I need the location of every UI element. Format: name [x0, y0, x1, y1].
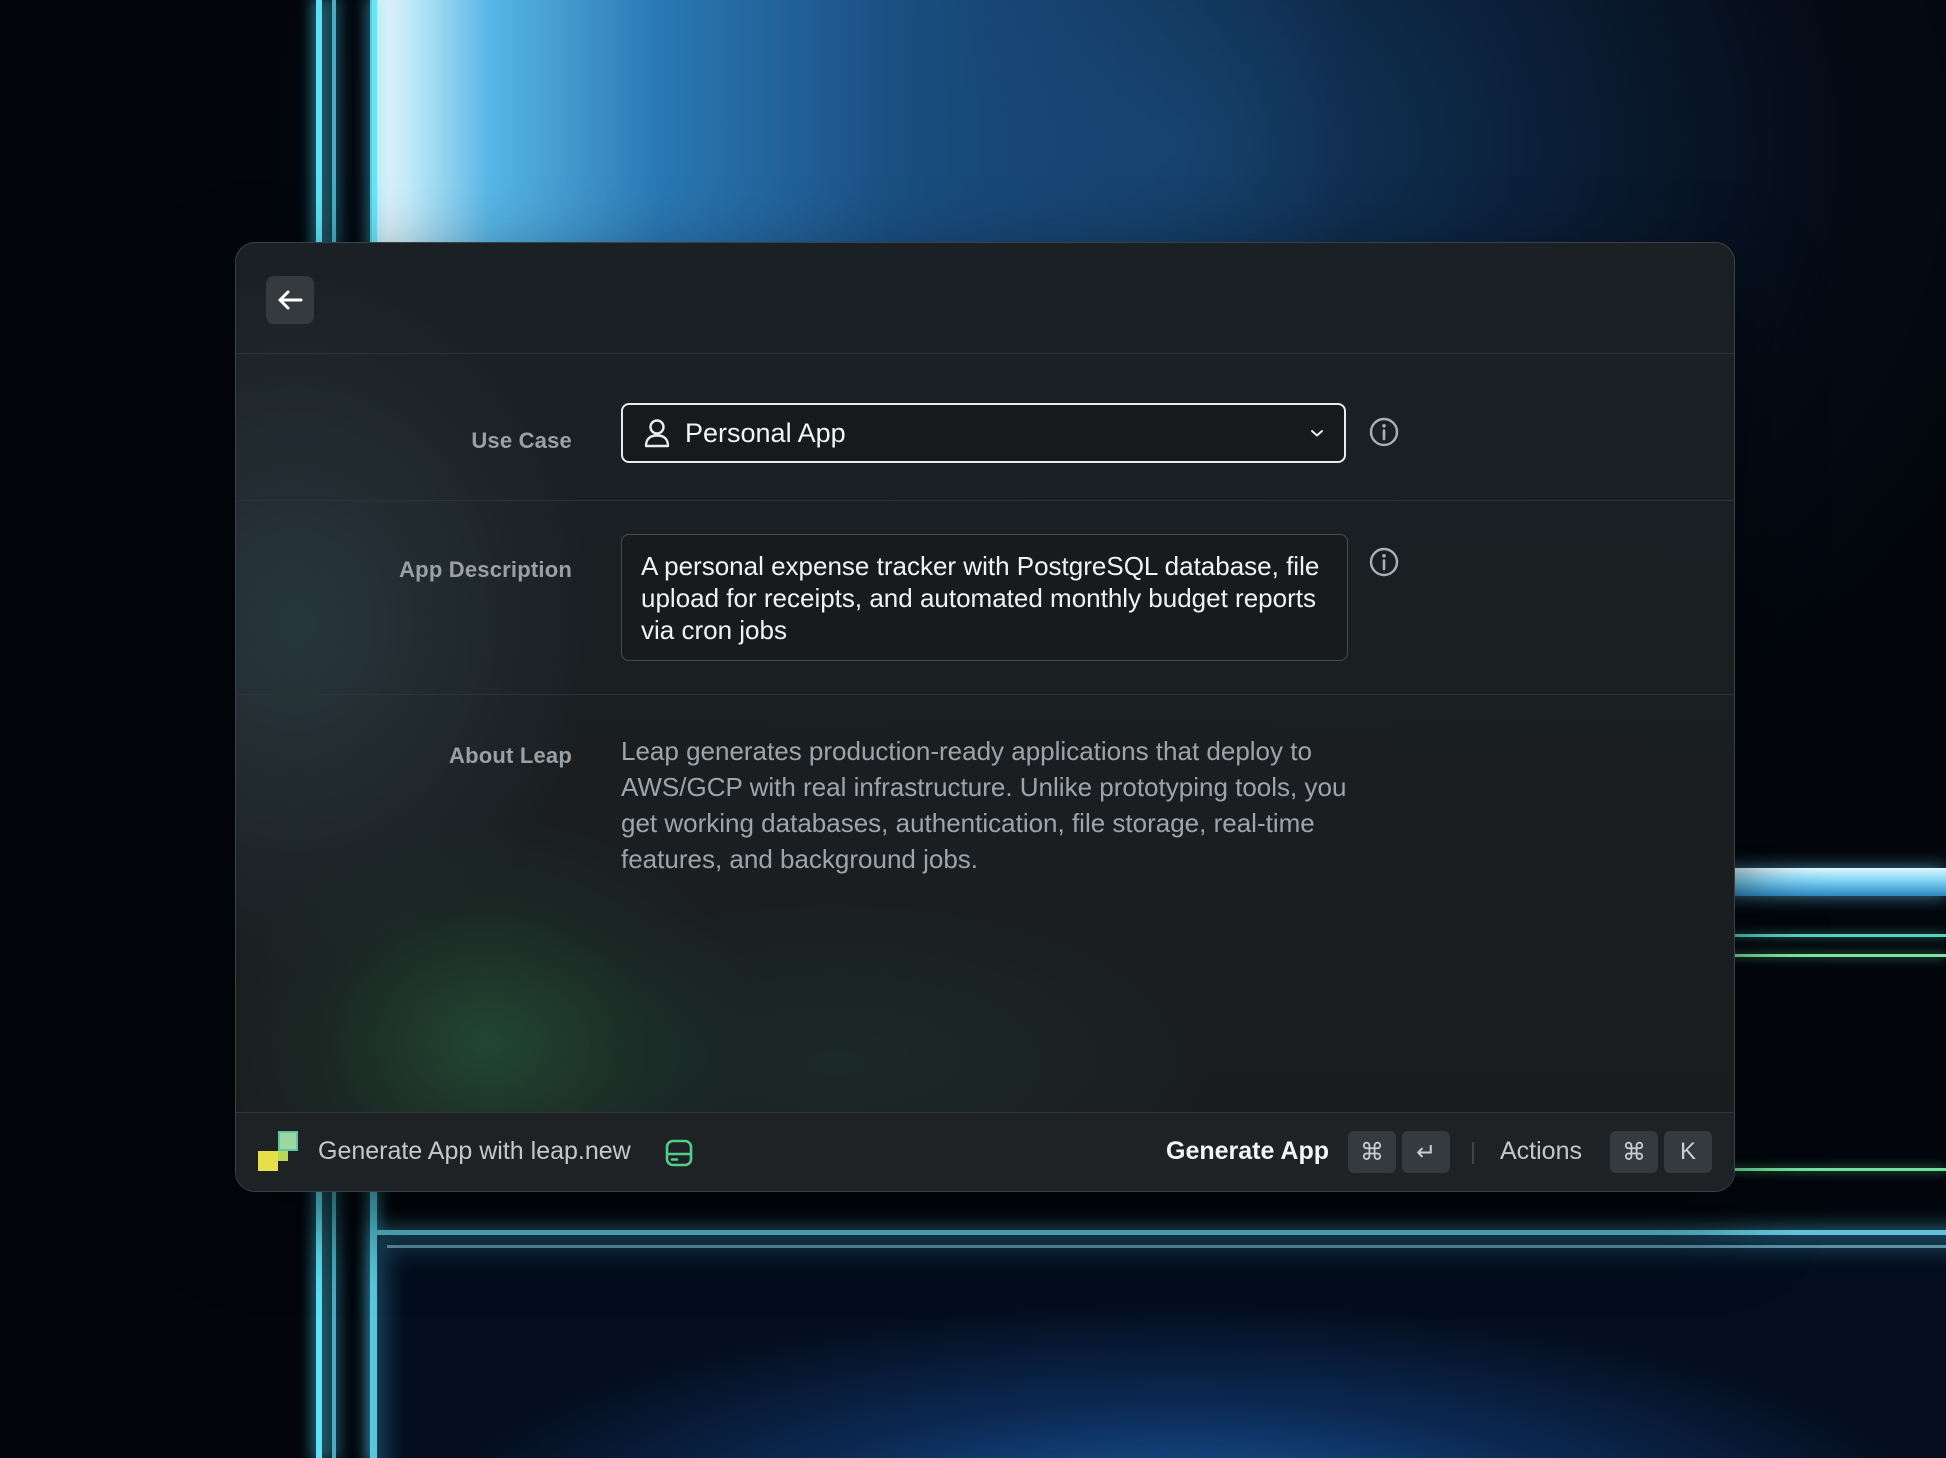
wallpaper-frame [372, 1230, 1946, 1458]
info-icon[interactable] [1369, 547, 1399, 577]
app-description-label: App Description [399, 557, 572, 582]
use-case-select[interactable]: Personal App [621, 403, 1346, 463]
wallpaper-line [1700, 934, 1946, 937]
k-key-badge: K [1664, 1131, 1712, 1173]
back-button[interactable] [266, 276, 314, 324]
leap-logo-icon [258, 1131, 298, 1171]
enter-key-badge: ↵ [1402, 1131, 1450, 1173]
wallpaper-bar [1700, 868, 1946, 896]
action-bar: Generate App with leap.new Generate App … [236, 1112, 1734, 1191]
about-leap-text: Leap generates production-ready applicat… [621, 736, 1347, 874]
database-icon[interactable] [664, 1138, 694, 1168]
chevron-down-icon [1311, 430, 1323, 437]
cmd-key-badge: ⌘ [1610, 1131, 1658, 1173]
arrow-left-icon [278, 290, 303, 310]
app-description-row: App Description A personal expense track… [236, 501, 1734, 695]
about-leap-label: About Leap [449, 743, 572, 768]
title-bar [236, 243, 1734, 354]
generate-app-button[interactable]: Generate App [1166, 1137, 1329, 1166]
wallpaper-line [1700, 1168, 1946, 1171]
footer-divider [1472, 1142, 1474, 1164]
app-description-textarea[interactable]: A personal expense tracker with PostgreS… [621, 534, 1348, 661]
use-case-label: Use Case [471, 428, 572, 453]
wallpaper-line [1700, 954, 1946, 957]
actions-button[interactable]: Actions [1500, 1137, 1582, 1166]
user-icon [644, 419, 670, 448]
info-icon[interactable] [1369, 417, 1399, 447]
wallpaper-glow [372, 0, 1672, 250]
cmd-key-badge: ⌘ [1348, 1131, 1396, 1173]
leap-dialog-window: Use Case Personal App App Description A … [235, 242, 1735, 1192]
footer-title: Generate App with leap.new [318, 1137, 631, 1165]
use-case-row: Use Case Personal App [236, 354, 1734, 501]
use-case-value: Personal App [685, 417, 846, 448]
